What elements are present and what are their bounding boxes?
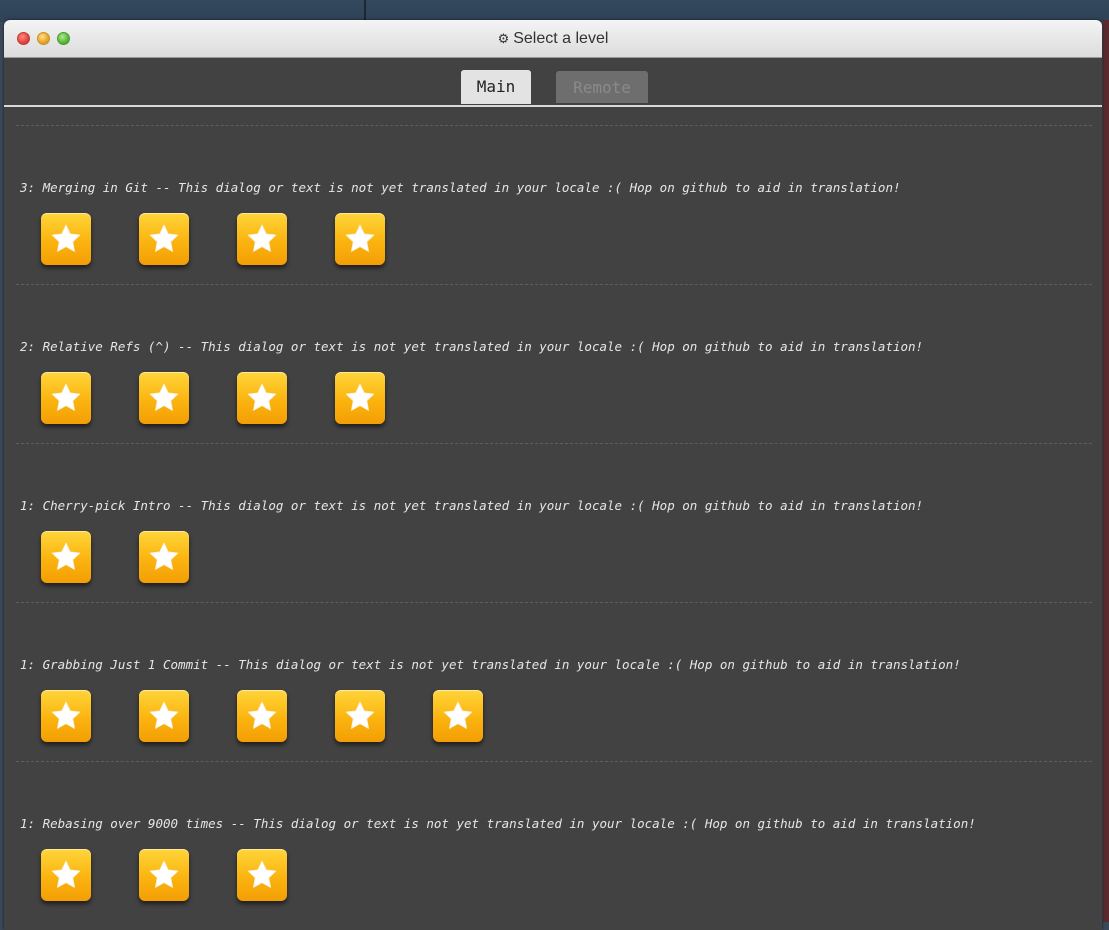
desktop-seam — [364, 0, 366, 20]
star-icon — [345, 224, 375, 252]
star-icon — [149, 860, 179, 888]
star-icon — [345, 701, 375, 729]
title-bar[interactable]: ⚙ Select a level — [4, 20, 1102, 58]
level-title: 1: Grabbing Just 1 Commit -- This dialog… — [20, 657, 961, 672]
window-title: ⚙ Select a level — [4, 20, 1102, 57]
level-divider — [16, 443, 1092, 444]
level-star-button[interactable] — [41, 690, 91, 742]
level-star-button[interactable] — [335, 372, 385, 424]
level-star-button[interactable] — [41, 531, 91, 583]
level-star-button[interactable] — [237, 213, 287, 265]
star-icon — [51, 383, 81, 411]
star-icon — [149, 224, 179, 252]
level-title: 1: Rebasing over 9000 times -- This dial… — [20, 816, 976, 831]
level-star-button[interactable] — [237, 372, 287, 424]
tab-main[interactable]: Main — [461, 70, 531, 104]
level-star-button[interactable] — [139, 372, 189, 424]
star-icon — [51, 701, 81, 729]
tab-bar: Main Remote — [4, 58, 1102, 107]
level-divider — [16, 602, 1092, 603]
star-icon — [149, 701, 179, 729]
gear-icon: ⚙ — [497, 31, 510, 46]
desktop-background — [0, 0, 1109, 22]
level-star-button[interactable] — [335, 690, 385, 742]
star-icon — [345, 383, 375, 411]
level-star-button[interactable] — [237, 849, 287, 901]
star-icon — [443, 701, 473, 729]
star-icon — [247, 383, 277, 411]
level-divider — [16, 125, 1092, 126]
level-star-button[interactable] — [433, 690, 483, 742]
star-icon — [247, 224, 277, 252]
level-star-button[interactable] — [139, 690, 189, 742]
level-star-button[interactable] — [237, 690, 287, 742]
level-star-button[interactable] — [41, 849, 91, 901]
star-icon — [149, 542, 179, 570]
level-star-button[interactable] — [335, 213, 385, 265]
level-divider — [16, 761, 1092, 762]
level-divider — [16, 284, 1092, 285]
level-title: 1: Cherry-pick Intro -- This dialog or t… — [20, 498, 924, 513]
level-star-button[interactable] — [139, 213, 189, 265]
star-icon — [51, 860, 81, 888]
star-icon — [51, 542, 81, 570]
level-select-window: ⚙ Select a level Main Remote 3: Merging i… — [4, 20, 1102, 930]
star-icon — [247, 860, 277, 888]
level-star-button[interactable] — [139, 849, 189, 901]
star-icon — [51, 224, 81, 252]
window-title-text: Select a level — [513, 30, 609, 47]
star-icon — [247, 701, 277, 729]
level-star-button[interactable] — [41, 372, 91, 424]
level-title: 3: Merging in Git -- This dialog or text… — [20, 180, 901, 195]
star-icon — [149, 383, 179, 411]
tab-remote[interactable]: Remote — [556, 71, 648, 103]
level-star-button[interactable] — [41, 213, 91, 265]
level-title: 2: Relative Refs (^) -- This dialog or t… — [20, 339, 924, 354]
level-star-button[interactable] — [139, 531, 189, 583]
desktop-edge — [1103, 20, 1109, 922]
